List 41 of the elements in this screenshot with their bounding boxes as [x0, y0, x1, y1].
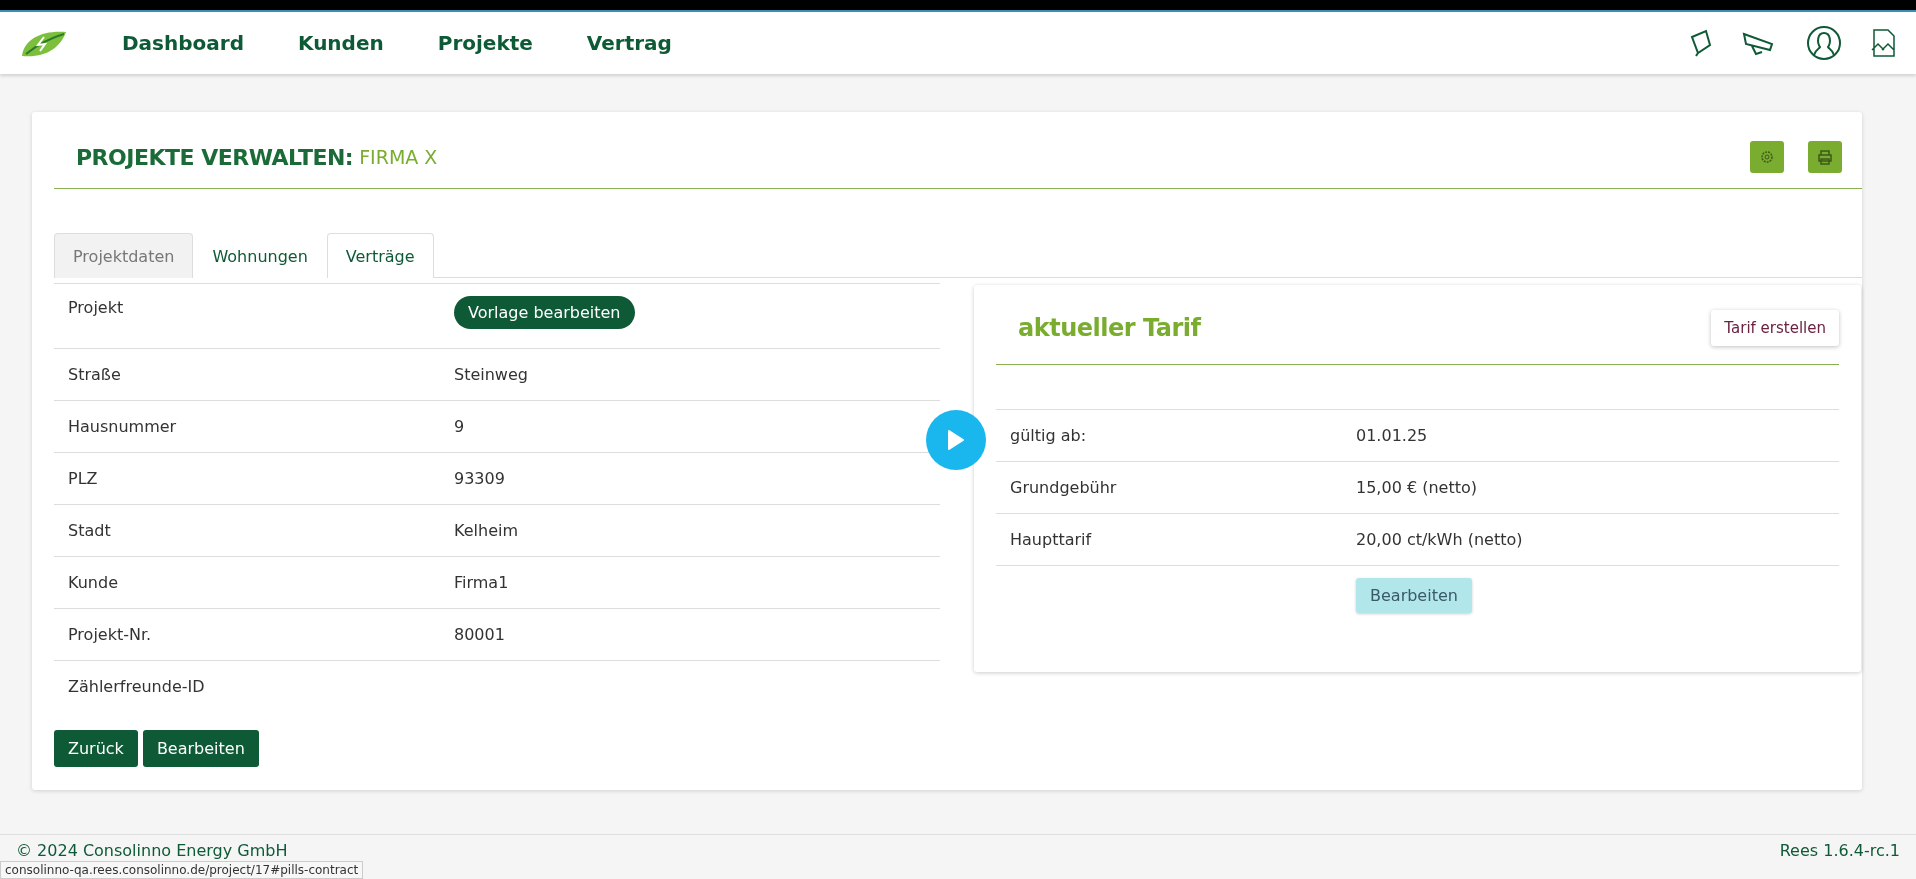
field-value: 80001: [454, 625, 506, 644]
field-label: Kunde: [68, 573, 119, 592]
page-title: PROJEKTE VERWALTEN:: [76, 144, 354, 170]
tab[interactable]: Projektdaten: [54, 233, 194, 278]
field-value: 93309: [454, 469, 506, 488]
status-url: consolinno-qa.rees.consolinno.de/project/17#pills-contract: [0, 861, 364, 879]
nav-link[interactable]: Dashboard: [122, 31, 244, 55]
tariff-label: gültig ab:: [1010, 426, 1088, 445]
action-button[interactable]: Zurück: [54, 730, 138, 767]
tariff-value: 15,00 € (netto): [1356, 478, 1478, 497]
copyright-text: © 2024 Consolinno Energy GmbH: [16, 841, 288, 860]
create-tariff-button[interactable]: Tarif erstellen: [1711, 309, 1839, 346]
edit-template-button[interactable]: Vorlage bearbeiten: [454, 296, 635, 329]
tariff-label: Grundgebühr: [1010, 478, 1118, 497]
field-label: Stadt: [68, 521, 112, 540]
field-value: Firma1: [454, 573, 510, 592]
tariff-label: Haupttarif: [1010, 530, 1093, 549]
version-text: Rees 1.6.4-rc.1: [1779, 841, 1900, 860]
nav-link[interactable]: Kunden: [298, 31, 384, 55]
nav-link[interactable]: Vertrag: [586, 31, 672, 55]
field-label: Hausnummer: [68, 417, 178, 436]
edit-tariff-button[interactable]: Bearbeiten: [1356, 578, 1472, 613]
nav-link[interactable]: Projekte: [437, 31, 533, 55]
field-label: Zählerfreunde-ID: [68, 677, 206, 696]
tab[interactable]: Verträge: [326, 233, 434, 278]
tariff-value: 01.01.25: [1356, 426, 1429, 445]
field-label: PLZ: [68, 469, 99, 488]
field-value: Steinweg: [454, 365, 529, 384]
play-icon: [947, 429, 965, 451]
user-icon[interactable]: [1806, 25, 1842, 61]
field-label: Projekt-Nr.: [68, 625, 153, 644]
field-label: Projekt: [68, 298, 125, 317]
tariff-value: 20,00 ct/kWh (netto): [1356, 530, 1524, 549]
settings-icon: [1760, 150, 1774, 164]
field-value: 9: [454, 417, 466, 436]
field-value: Kelheim: [454, 521, 519, 540]
printer-icon: [1817, 149, 1833, 165]
action-button[interactable]: Bearbeiten: [142, 730, 259, 767]
tariff-title: aktueller Tarif: [1018, 313, 1201, 342]
company-name: FIRMA X: [359, 146, 438, 168]
field-label: Straße: [68, 365, 122, 384]
